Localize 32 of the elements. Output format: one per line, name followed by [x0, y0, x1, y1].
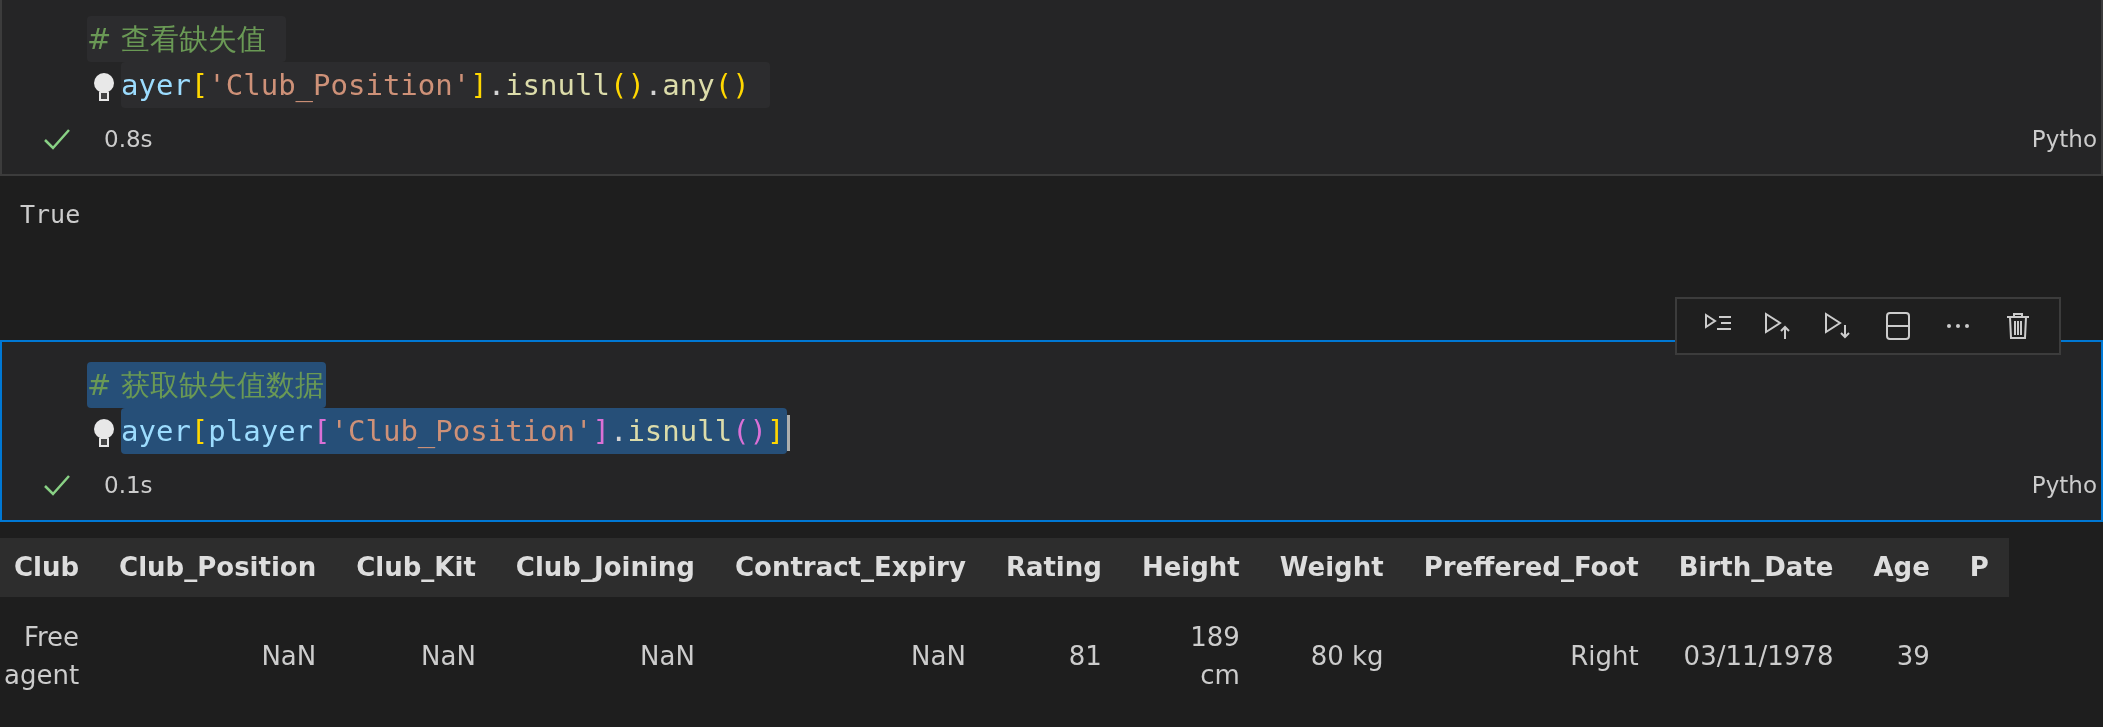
- column-header: P: [1949, 538, 2009, 597]
- column-header: Contract_Expiry: [714, 538, 986, 597]
- table-cell: 80 kg: [1259, 597, 1404, 715]
- execution-time: 0.8s: [104, 124, 153, 154]
- column-header: Club_Kit: [336, 538, 496, 597]
- code-comment: # 查看缺失值: [87, 16, 286, 62]
- execution-time: 0.1s: [104, 470, 153, 500]
- table-cell: 03/11/1978: [1658, 597, 1854, 715]
- table-cell: NaN: [495, 597, 715, 715]
- column-header: Age: [1853, 538, 1950, 597]
- table-cell: NaN: [336, 597, 496, 715]
- table-cell: 81: [985, 597, 1122, 715]
- column-header: Rating: [985, 538, 1122, 597]
- table-cell: Free agent: [0, 597, 100, 715]
- table-cell: 39: [1853, 597, 1950, 715]
- kernel-language[interactable]: Pytho: [2031, 467, 2097, 503]
- table-cell: NaN: [99, 597, 337, 715]
- column-header: Club_Joining: [495, 538, 715, 597]
- column-header: Club_Position: [99, 538, 337, 597]
- kernel-language[interactable]: Pytho: [2031, 121, 2097, 157]
- column-header: Preffered_Foot: [1403, 538, 1659, 597]
- split-rectangle-icon[interactable]: [1883, 311, 1913, 341]
- table-cell: 189 cm: [1121, 597, 1260, 715]
- column-header: Weight: [1259, 538, 1404, 597]
- code-comment: # 获取缺失值数据: [87, 362, 326, 408]
- column-header: Club: [0, 538, 100, 597]
- column-header: Birth_Date: [1658, 538, 1854, 597]
- output-text: True: [20, 199, 81, 231]
- table-cell: Right: [1403, 597, 1659, 715]
- column-header: Height: [1121, 538, 1260, 597]
- table-cell: NaN: [714, 597, 986, 715]
- play-down-arrow-icon[interactable]: [1823, 311, 1853, 341]
